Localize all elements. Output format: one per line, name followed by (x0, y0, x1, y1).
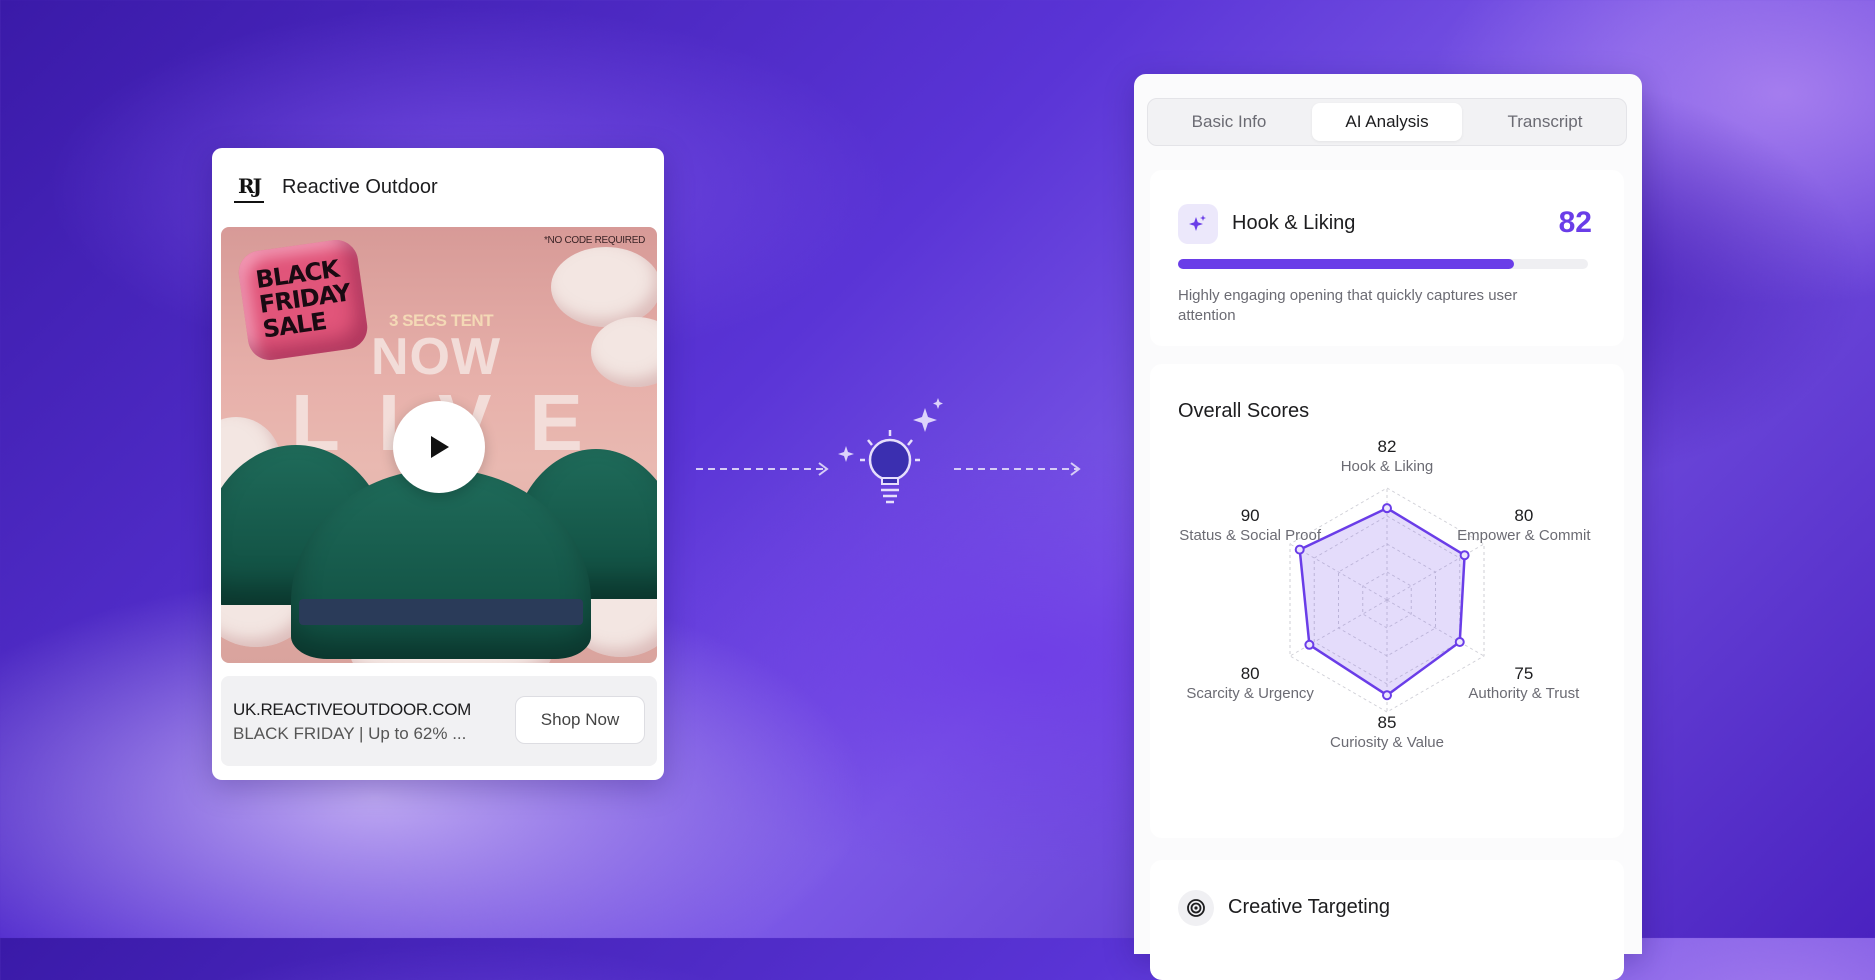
ad-url[interactable]: UK.REACTIVEOUTDOOR.COM (233, 700, 471, 720)
brand-logo: RJ (234, 171, 264, 203)
hook-icon-box (1178, 204, 1218, 244)
hook-title: Hook & Liking (1232, 212, 1356, 234)
creative-targeting-title: Creative Targeting (1228, 896, 1390, 918)
ad-video-thumbnail[interactable]: *NO CODE REQUIRED 3 SECS TENT NOW LIVE B… (221, 227, 657, 663)
radar-data-point (1382, 503, 1392, 514)
radar-data-point (1454, 637, 1465, 647)
radar-chart: 82 Hook & Liking 80 Empower & Commit 75 Autho… (1179, 437, 1591, 751)
play-button[interactable] (393, 401, 485, 493)
target-icon-box (1178, 890, 1214, 926)
cloud (551, 247, 657, 327)
radar-data-point (1382, 690, 1392, 701)
radar-value-label: 75 (1514, 664, 1533, 683)
ad-card: RJ Reactive Outdoor *NO CODE REQUIRED 3 … (212, 148, 664, 780)
sparkle-icon (1189, 215, 1206, 231)
tent-base (299, 599, 583, 625)
ad-header: RJ Reactive Outdoor (234, 170, 438, 204)
ad-description: BLACK FRIDAY | Up to 62% ... (233, 724, 467, 743)
lightbulb-icon (860, 430, 920, 504)
hook-progress-fill (1178, 259, 1515, 269)
target-icon (1187, 899, 1205, 917)
overall-scores-card: Overall Scores 82 Hook & Liking 80 Empower … (1150, 364, 1624, 838)
hook-description: Highly engaging opening that quickly cap… (1178, 287, 1518, 324)
radar-axis-label: Hook & Liking (1341, 458, 1434, 475)
ad-footer: UK.REACTIVEOUTDOOR.COM BLACK FRIDAY | Up… (221, 676, 657, 766)
radar-series-area (1298, 506, 1466, 697)
arrow-right (954, 462, 1081, 476)
radar-data-point (1459, 550, 1470, 561)
balloon-text: BLACK FRIDAY SALE (253, 254, 352, 344)
radar-axis-label: Authority & Trust (1468, 685, 1580, 702)
creative-targeting-card: Creative Targeting (1150, 860, 1624, 980)
radar-axis-label: Scarcity & Urgency (1186, 685, 1314, 702)
radar-axis-label: Curiosity & Value (1330, 734, 1444, 751)
tab-basic-info[interactable]: Basic Info (1154, 103, 1304, 141)
radar-value-label: 90 (1241, 506, 1260, 525)
hook-score: 82 (1558, 206, 1592, 239)
shop-now-button[interactable]: Shop Now (515, 696, 645, 744)
radar-value-label: 82 (1378, 437, 1397, 456)
radar-value-label: 80 (1241, 664, 1260, 683)
radar-axis-label: Status & Social Proof (1179, 527, 1322, 544)
radar-value-label: 80 (1514, 506, 1533, 525)
promo-small-print: *NO CODE REQUIRED (543, 235, 645, 246)
analysis-panel: Basic Info AI Analysis Transcript Hook &… (1134, 74, 1642, 980)
radar-axis-label: Empower & Commit (1457, 527, 1591, 544)
radar-data-point (1294, 544, 1305, 555)
radar-value-label: 85 (1378, 713, 1397, 732)
arrow-left (696, 462, 829, 476)
play-icon (431, 436, 449, 458)
analysis-connector (696, 398, 1081, 504)
radar-data-point (1304, 639, 1315, 650)
tab-transcript[interactable]: Transcript (1470, 103, 1620, 141)
hook-liking-card: Hook & Liking 82 Highly engaging opening… (1150, 170, 1624, 346)
tab-ai-analysis[interactable]: AI Analysis (1312, 103, 1462, 141)
tab-bar: Basic Info AI Analysis Transcript (1147, 98, 1627, 146)
hook-progress-bar (1178, 259, 1588, 269)
brand-name: Reactive Outdoor (282, 175, 438, 198)
